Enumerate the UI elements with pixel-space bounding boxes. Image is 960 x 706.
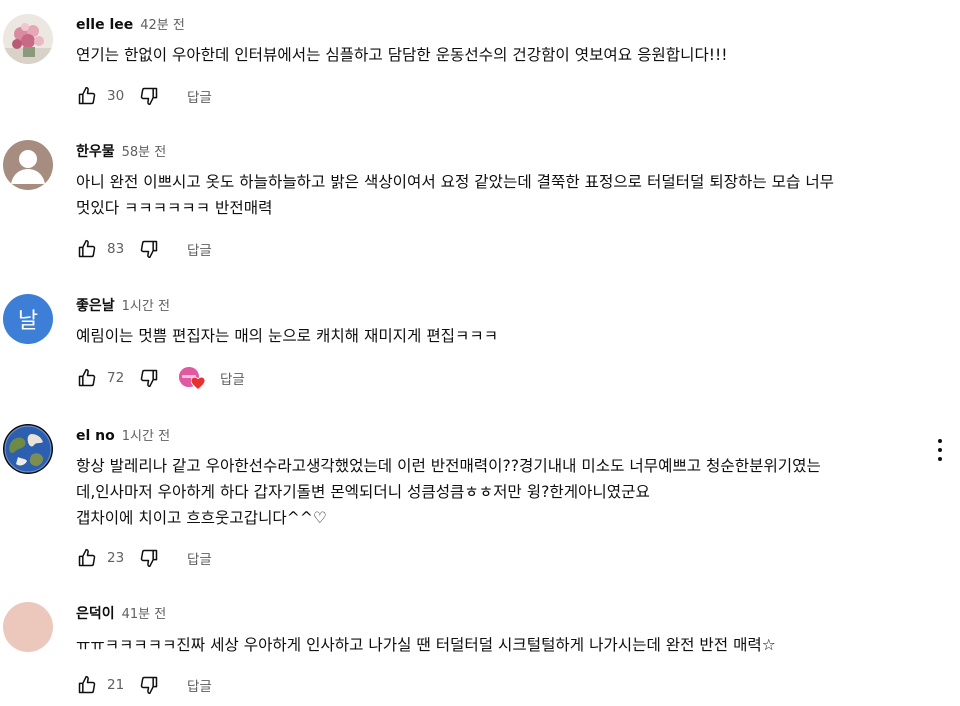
creator-heart-badge: [179, 366, 206, 391]
comment-text: 항상 발레리나 같고 우아한선수라고생각했었는데 이런 반전매력이??경기내내 …: [76, 457, 821, 527]
comment-actions: 72 답글: [76, 366, 245, 391]
thumbs-up-icon[interactable]: [76, 367, 98, 389]
menu-dot: [938, 457, 942, 461]
comment-header: 은덕이 41분 전: [76, 603, 166, 623]
menu-dot: [938, 448, 942, 452]
comment-actions: 30 답글: [76, 84, 212, 108]
comment-header: 좋은날 1시간 전: [76, 295, 170, 315]
menu-dot: [938, 439, 942, 443]
reply-button[interactable]: 답글: [187, 548, 212, 568]
comment-time[interactable]: 41분 전: [122, 603, 167, 622]
comment-actions: 21 답글: [76, 673, 212, 697]
comment-actions: 83 답글: [76, 237, 212, 261]
like-count: 21: [107, 677, 125, 693]
heart-icon: [190, 375, 206, 394]
comment-time[interactable]: 1시간 전: [122, 425, 170, 444]
comment-author[interactable]: 한우물: [76, 141, 115, 161]
thumbs-down-icon[interactable]: [138, 85, 160, 107]
thumbs-up-icon[interactable]: [76, 238, 98, 260]
comment-author[interactable]: elle lee: [76, 17, 133, 33]
avatar-letter: 날: [17, 309, 39, 334]
thumbs-down-icon[interactable]: [138, 238, 160, 260]
avatar[interactable]: [3, 424, 53, 474]
comment-author[interactable]: 좋은날: [76, 295, 115, 315]
thumbs-up-icon[interactable]: [76, 547, 98, 569]
comment-header: elle lee 42분 전: [76, 14, 185, 33]
comment-header: el no 1시간 전: [76, 425, 170, 444]
like-count: 23: [107, 550, 125, 566]
comment-time[interactable]: 58분 전: [122, 141, 167, 160]
like-count: 72: [107, 370, 125, 386]
comment-author[interactable]: 은덕이: [76, 603, 115, 623]
thumbs-up-icon[interactable]: [76, 85, 98, 107]
reply-button[interactable]: 답글: [220, 368, 245, 388]
comment-text: 예림이는 멋쁨 편집자는 매의 눈으로 캐치해 재미지게 편집ㅋㅋㅋ: [76, 327, 499, 345]
reply-button[interactable]: 답글: [187, 86, 212, 106]
comment-time[interactable]: 42분 전: [140, 14, 185, 33]
like-count: 83: [107, 241, 125, 257]
like-count: 30: [107, 88, 125, 104]
reply-button[interactable]: 답글: [187, 239, 212, 259]
comment-text: 아니 완전 이쁘시고 옷도 하늘하늘하고 밝은 색상이여서 요정 같았는데 결쭉…: [76, 173, 835, 217]
thumbs-down-icon[interactable]: [138, 367, 160, 389]
comment-time[interactable]: 1시간 전: [122, 295, 170, 314]
comment-text: ㅠㅠㅋㅋㅋㅋㅋ진짜 세상 우아하게 인사하고 나가실 땐 터덜터덜 시크털털하게…: [76, 636, 776, 654]
reply-button[interactable]: 답글: [187, 675, 212, 695]
avatar[interactable]: [3, 14, 53, 64]
more-actions-icon[interactable]: [929, 437, 951, 463]
comment-text: 연기는 한없이 우아한데 인터뷰에서는 심플하고 담담한 운동선수의 건강함이 …: [76, 46, 728, 64]
thumbs-down-icon[interactable]: [138, 547, 160, 569]
avatar[interactable]: 날: [3, 294, 53, 344]
thumbs-up-icon[interactable]: [76, 674, 98, 696]
thumbs-down-icon[interactable]: [138, 674, 160, 696]
comment-header: 한우물 58분 전: [76, 141, 166, 161]
avatar[interactable]: [3, 140, 53, 190]
comment-actions: 23 답글: [76, 546, 212, 570]
avatar[interactable]: [3, 602, 53, 652]
comment-author[interactable]: el no: [76, 428, 115, 444]
